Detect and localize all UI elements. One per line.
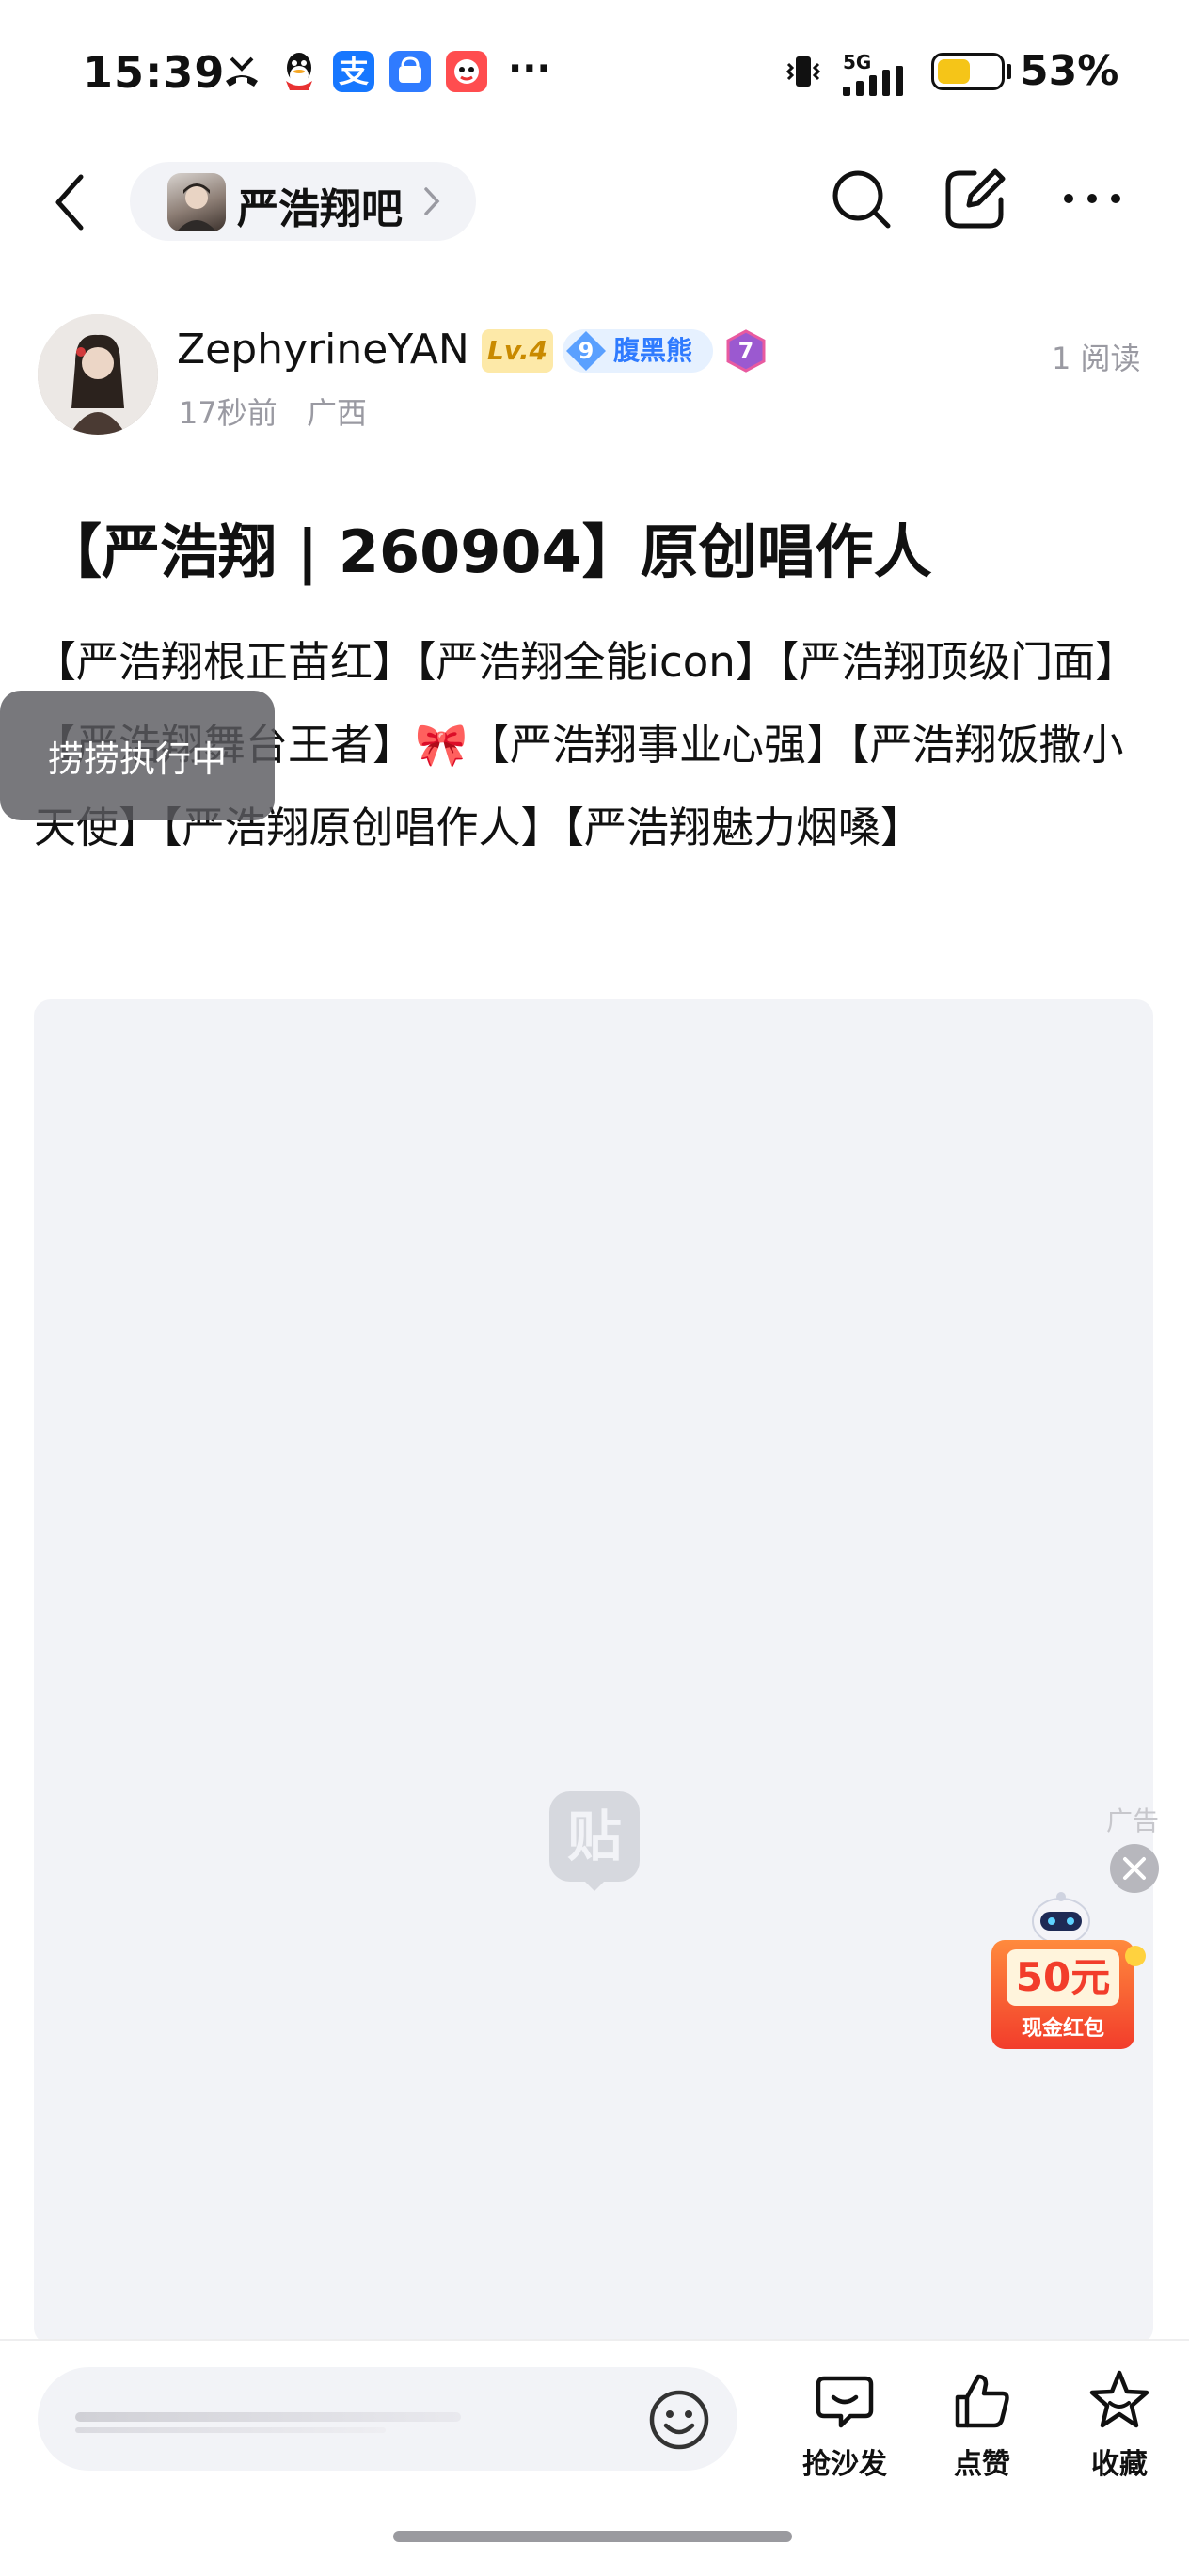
missed-call-icon (226, 56, 258, 87)
favorite-label[interactable]: 收藏 (1054, 2441, 1185, 2482)
red-packet-amount: 50元 (1015, 1954, 1111, 2000)
post-title: 【严浩翔 | 260904】原创唱作人 (43, 517, 932, 586)
app-market-icon (389, 51, 431, 92)
reply-input-placeholder-bar-2 (75, 2427, 386, 2433)
chevron-right-icon (424, 187, 440, 215)
signal-icon (843, 66, 903, 96)
star-icon[interactable] (1087, 2369, 1151, 2431)
extra-badge-number: 7 (737, 338, 754, 364)
qq-icon (286, 53, 312, 90)
emoji-icon[interactable] (647, 2388, 711, 2452)
ad-label: 广告 (1106, 1805, 1160, 1837)
search-icon[interactable] (828, 166, 896, 233)
status-more-dots: ··· (508, 47, 551, 90)
more-icon[interactable] (1059, 184, 1125, 213)
forum-avatar (167, 173, 226, 231)
toast-message: 捞捞执行中 (0, 691, 275, 820)
reply-input-placeholder-bar (75, 2412, 461, 2422)
edit-icon[interactable] (941, 166, 1008, 233)
battery-cap (1007, 64, 1011, 79)
home-indicator[interactable] (393, 2531, 792, 2542)
read-count: 1 阅读 (1052, 341, 1141, 376)
fan-badge-number: 9 (578, 338, 594, 364)
extra-badge: 7 (724, 329, 768, 373)
author-avatar[interactable] (38, 314, 158, 435)
robot-mascot-icon (1032, 1892, 1090, 1945)
vibrate-icon (785, 56, 821, 87)
sofa-label[interactable]: 抢沙发 (779, 2441, 911, 2482)
tieba-logo-icon: 贴 (549, 1791, 640, 1882)
battery-icon (931, 53, 1005, 90)
forum-name[interactable]: 严浩翔吧 (237, 175, 403, 235)
ad-close-button[interactable] (1110, 1844, 1159, 1893)
like-icon[interactable] (952, 2371, 1012, 2431)
post-location: 广西 (307, 395, 368, 431)
back-icon[interactable] (49, 171, 96, 233)
red-packet-caption: 现金红包 (1021, 2017, 1104, 2041)
author-name[interactable]: ZephyrineYAN (177, 326, 469, 374)
battery-percent: 53% (1020, 47, 1119, 95)
post-time: 17秒前 (179, 395, 277, 431)
coin-icon (1125, 1946, 1146, 1966)
close-icon (1123, 1857, 1146, 1880)
comment-icon[interactable] (815, 2371, 875, 2431)
alipay-icon: 支 (333, 51, 374, 92)
like-label[interactable]: 点赞 (916, 2441, 1048, 2482)
media-placeholder[interactable] (34, 999, 1153, 2345)
status-time: 15:39 (83, 47, 226, 98)
fan-badge: 9 腹黑熊 (563, 329, 713, 373)
red-packet-ad[interactable]: 50元 现金红包 (984, 1891, 1146, 2049)
game-app-icon (446, 51, 487, 92)
level-badge: Lv.4 (482, 329, 553, 373)
logo-tail (581, 1878, 608, 1891)
fan-badge-label: 腹黑熊 (613, 335, 693, 366)
